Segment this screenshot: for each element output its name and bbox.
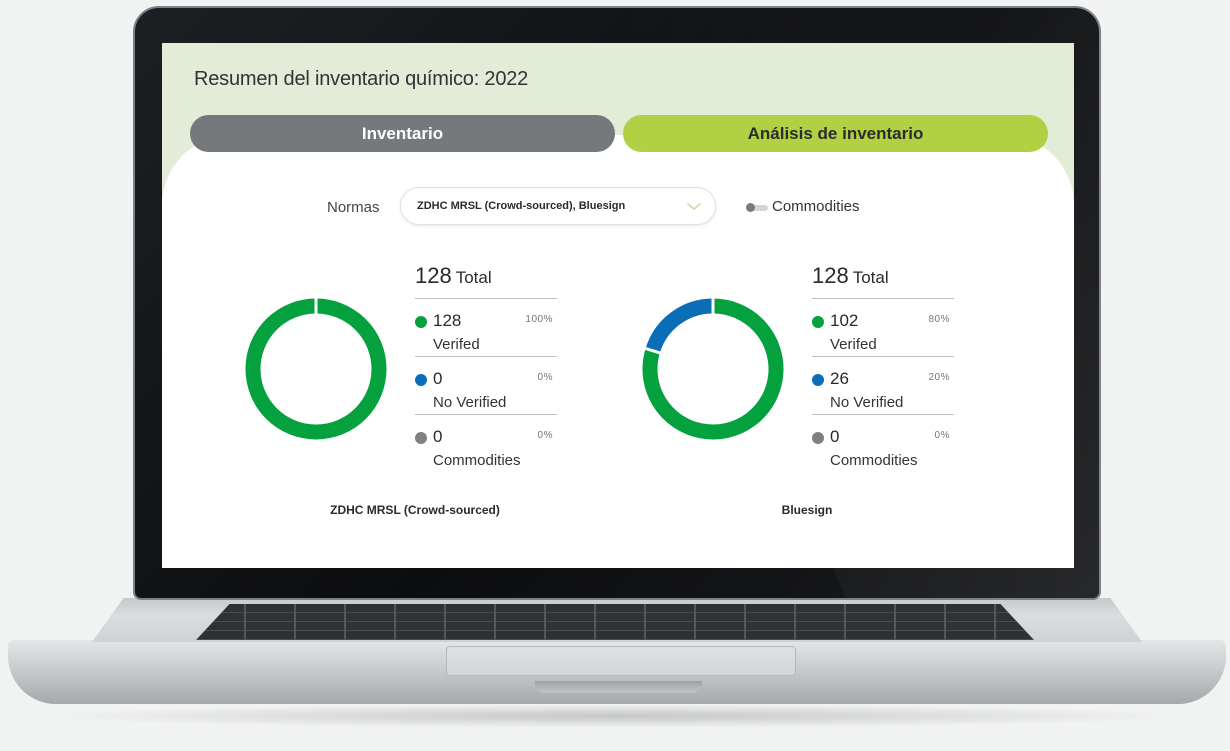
page-title: Resumen del inventario químico: 2022	[194, 68, 529, 90]
stat-row-no-verified: 0 0% No Verified	[415, 357, 557, 415]
total-value: 128	[415, 263, 452, 288]
stat-row-verified: 128 100% Verifed	[415, 299, 557, 357]
chart-caption: ZDHC MRSL (Crowd-sourced)	[330, 503, 500, 517]
chevron-down-icon	[687, 203, 701, 211]
verified-dot-icon	[415, 316, 427, 328]
laptop-trackpad	[446, 646, 796, 676]
stat-row-commodities: 0 0% Commodities	[812, 415, 954, 473]
total-line: 128 Total	[415, 263, 557, 299]
stat-label: Commodities	[830, 452, 918, 469]
laptop-shadow	[40, 704, 1190, 728]
stat-percent: 100%	[525, 314, 553, 325]
tab-analisis-de-inventario[interactable]: Análisis de inventario	[623, 115, 1048, 152]
stats-bluesign: 128 Total 102 80% Verifed 26 20% No Veri…	[812, 263, 954, 473]
stat-percent: 80%	[928, 314, 950, 325]
no-verified-dot-icon	[415, 374, 427, 386]
stat-row-no-verified: 26 20% No Verified	[812, 357, 954, 415]
filter-bar: Normas ZDHC MRSL (Crowd-sourced), Bluesi…	[162, 187, 1074, 225]
normas-label: Normas	[327, 199, 380, 216]
laptop-notch	[535, 681, 702, 693]
donut-chart-bluesign	[642, 298, 784, 440]
commodities-toggle[interactable]	[746, 203, 768, 212]
normas-selected-value: ZDHC MRSL (Crowd-sourced), Bluesign	[417, 200, 626, 212]
total-value: 128	[812, 263, 849, 288]
commodities-toggle-label: Commodities	[772, 198, 860, 215]
stat-value: 0	[433, 369, 443, 388]
commodities-dot-icon	[812, 432, 824, 444]
chart-panel-bluesign: 128 Total 102 80% Verifed 26 20% No Veri…	[639, 263, 1039, 533]
total-label: Total	[455, 268, 492, 287]
stat-value: 128	[433, 311, 462, 330]
normas-select[interactable]: ZDHC MRSL (Crowd-sourced), Bluesign	[400, 187, 716, 225]
stat-value: 0	[433, 427, 443, 446]
donut-chart-zdhc	[245, 298, 387, 440]
verified-dot-icon	[812, 316, 824, 328]
stat-label: No Verified	[830, 394, 904, 411]
tab-inventario[interactable]: Inventario	[190, 115, 615, 152]
stat-percent: 0%	[537, 372, 553, 383]
stat-percent: 0%	[537, 430, 553, 441]
toggle-knob	[746, 203, 755, 212]
stat-label: Commodities	[433, 452, 521, 469]
commodities-dot-icon	[415, 432, 427, 444]
stat-value: 0	[830, 427, 840, 446]
no-verified-dot-icon	[812, 374, 824, 386]
total-label: Total	[852, 268, 889, 287]
laptop-keyboard-rows	[196, 604, 1034, 640]
stat-percent: 0%	[934, 430, 950, 441]
donut-slice-verified	[245, 298, 387, 440]
stat-row-verified: 102 80% Verifed	[812, 299, 954, 357]
total-line: 128 Total	[812, 263, 954, 299]
stat-label: No Verified	[433, 394, 507, 411]
stat-label: Verifed	[433, 336, 480, 353]
stat-percent: 20%	[928, 372, 950, 383]
stat-value: 102	[830, 311, 859, 330]
donut-slice-no-verified	[645, 298, 714, 354]
stats-zdhc: 128 Total 128 100% Verifed 0 0% No Verif…	[415, 263, 557, 473]
stat-row-commodities: 0 0% Commodities	[415, 415, 557, 473]
stat-label: Verifed	[830, 336, 877, 353]
chart-panel-zdhc: 128 Total 128 100% Verifed 0 0% No Verif…	[242, 263, 642, 533]
chart-caption: Bluesign	[781, 503, 833, 517]
stat-value: 26	[830, 369, 849, 388]
app-screen: Resumen del inventario químico: 2022 Inv…	[162, 43, 1074, 568]
